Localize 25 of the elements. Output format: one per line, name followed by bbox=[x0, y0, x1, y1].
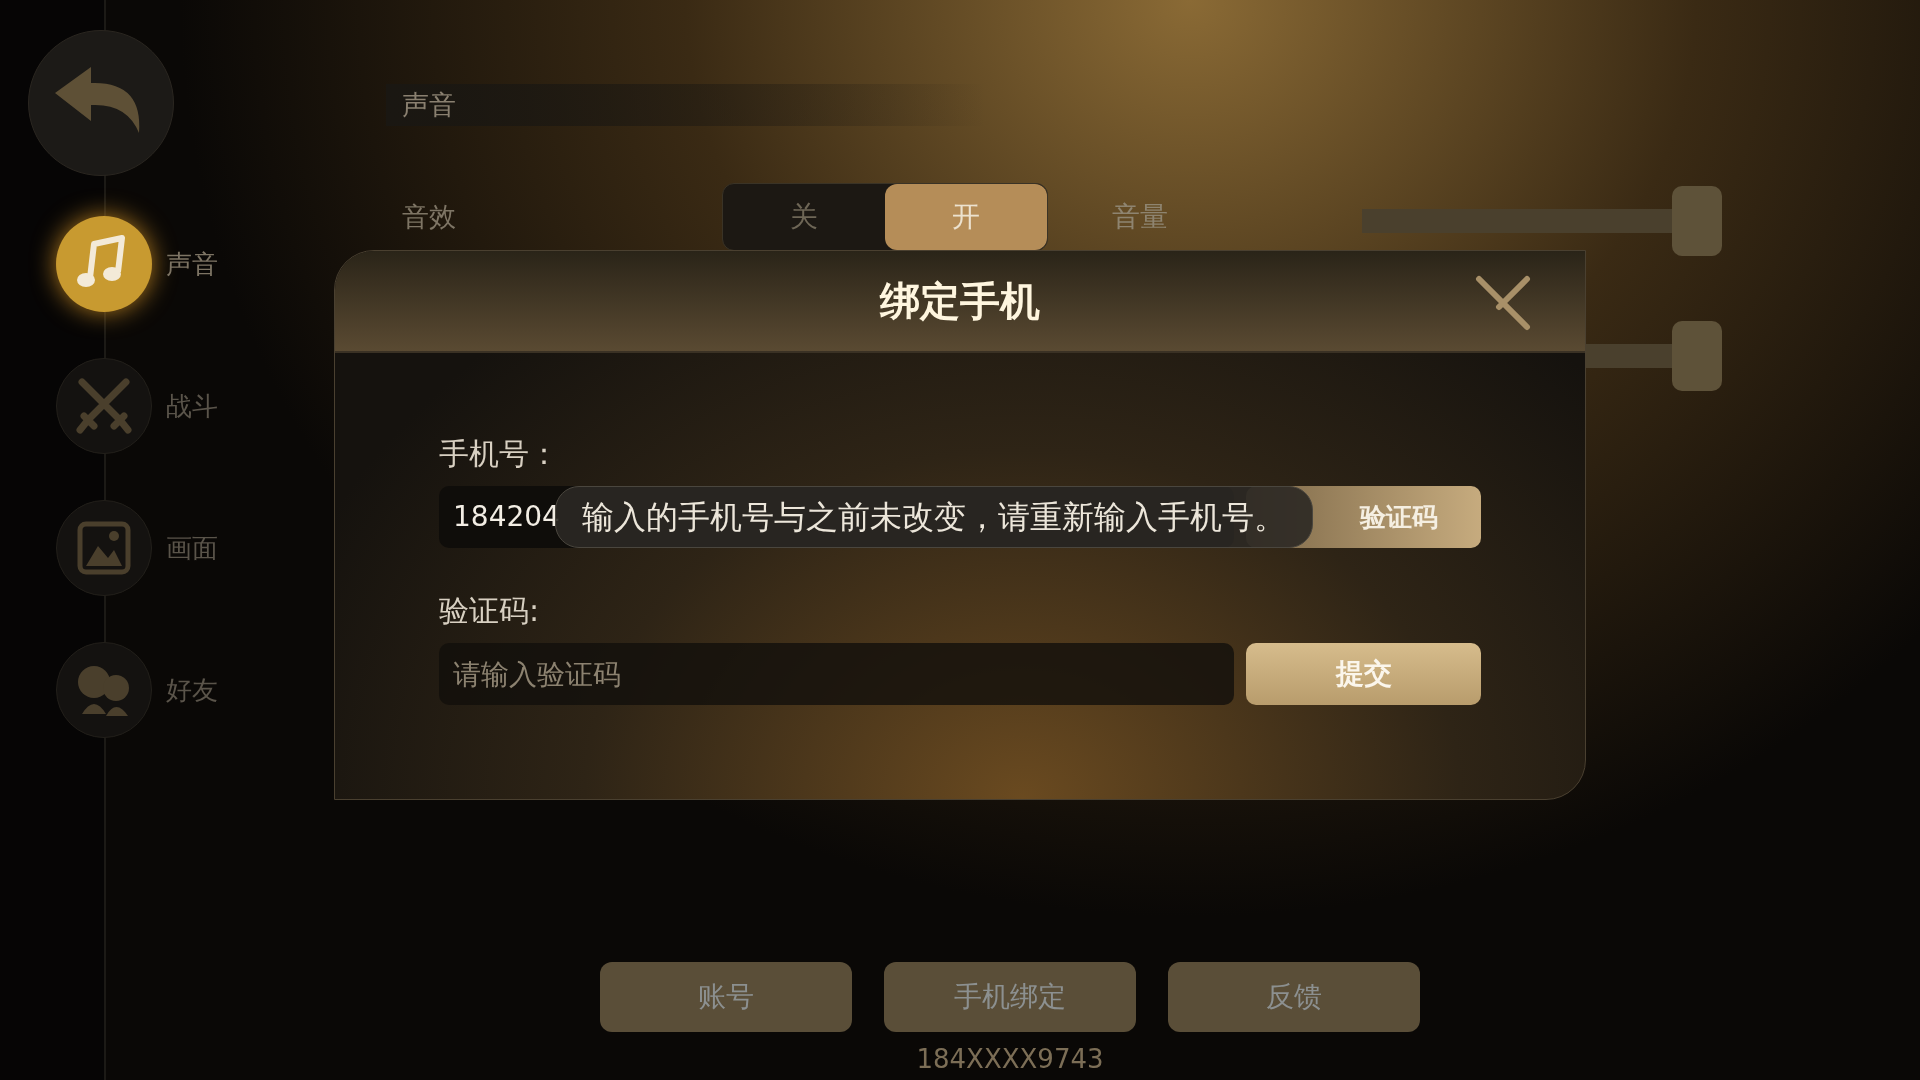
section-title: 声音 bbox=[402, 87, 456, 122]
toggle-option[interactable]: 关 bbox=[723, 184, 885, 250]
sidebar-label: 画面 bbox=[166, 531, 218, 565]
slider-thumb[interactable] bbox=[1672, 321, 1722, 391]
close-icon bbox=[1475, 275, 1531, 331]
dialog-title: 绑定手机 bbox=[880, 277, 1040, 326]
close-button[interactable] bbox=[1473, 273, 1533, 333]
error-toast: 输入的手机号与之前未改变，请重新输入手机号。 bbox=[555, 486, 1313, 548]
volume-label: 音量 bbox=[1112, 199, 1168, 235]
sidebar-label: 战斗 bbox=[166, 389, 218, 423]
bottom-button[interactable]: 账号 bbox=[600, 962, 852, 1032]
setting-label: 音效 bbox=[402, 199, 457, 234]
slider-thumb[interactable] bbox=[1672, 186, 1722, 256]
picture-icon bbox=[76, 520, 132, 576]
toggle-option[interactable]: 开 bbox=[885, 184, 1047, 250]
bottom-button[interactable]: 手机绑定 bbox=[884, 962, 1136, 1032]
sidebar-label: 声音 bbox=[166, 247, 218, 281]
code-label: 验证码: bbox=[439, 592, 541, 630]
crossed-swords-icon bbox=[74, 376, 134, 436]
bound-phone-number: 184XXXX9743 bbox=[916, 1043, 1104, 1076]
phone-label: 手机号： bbox=[439, 435, 560, 473]
bottom-button[interactable]: 反馈 bbox=[1168, 962, 1420, 1032]
submit-button[interactable]: 提交 bbox=[1246, 643, 1481, 705]
sidebar-label: 好友 bbox=[166, 673, 218, 707]
code-input[interactable]: 请输入验证码 bbox=[439, 643, 1235, 705]
